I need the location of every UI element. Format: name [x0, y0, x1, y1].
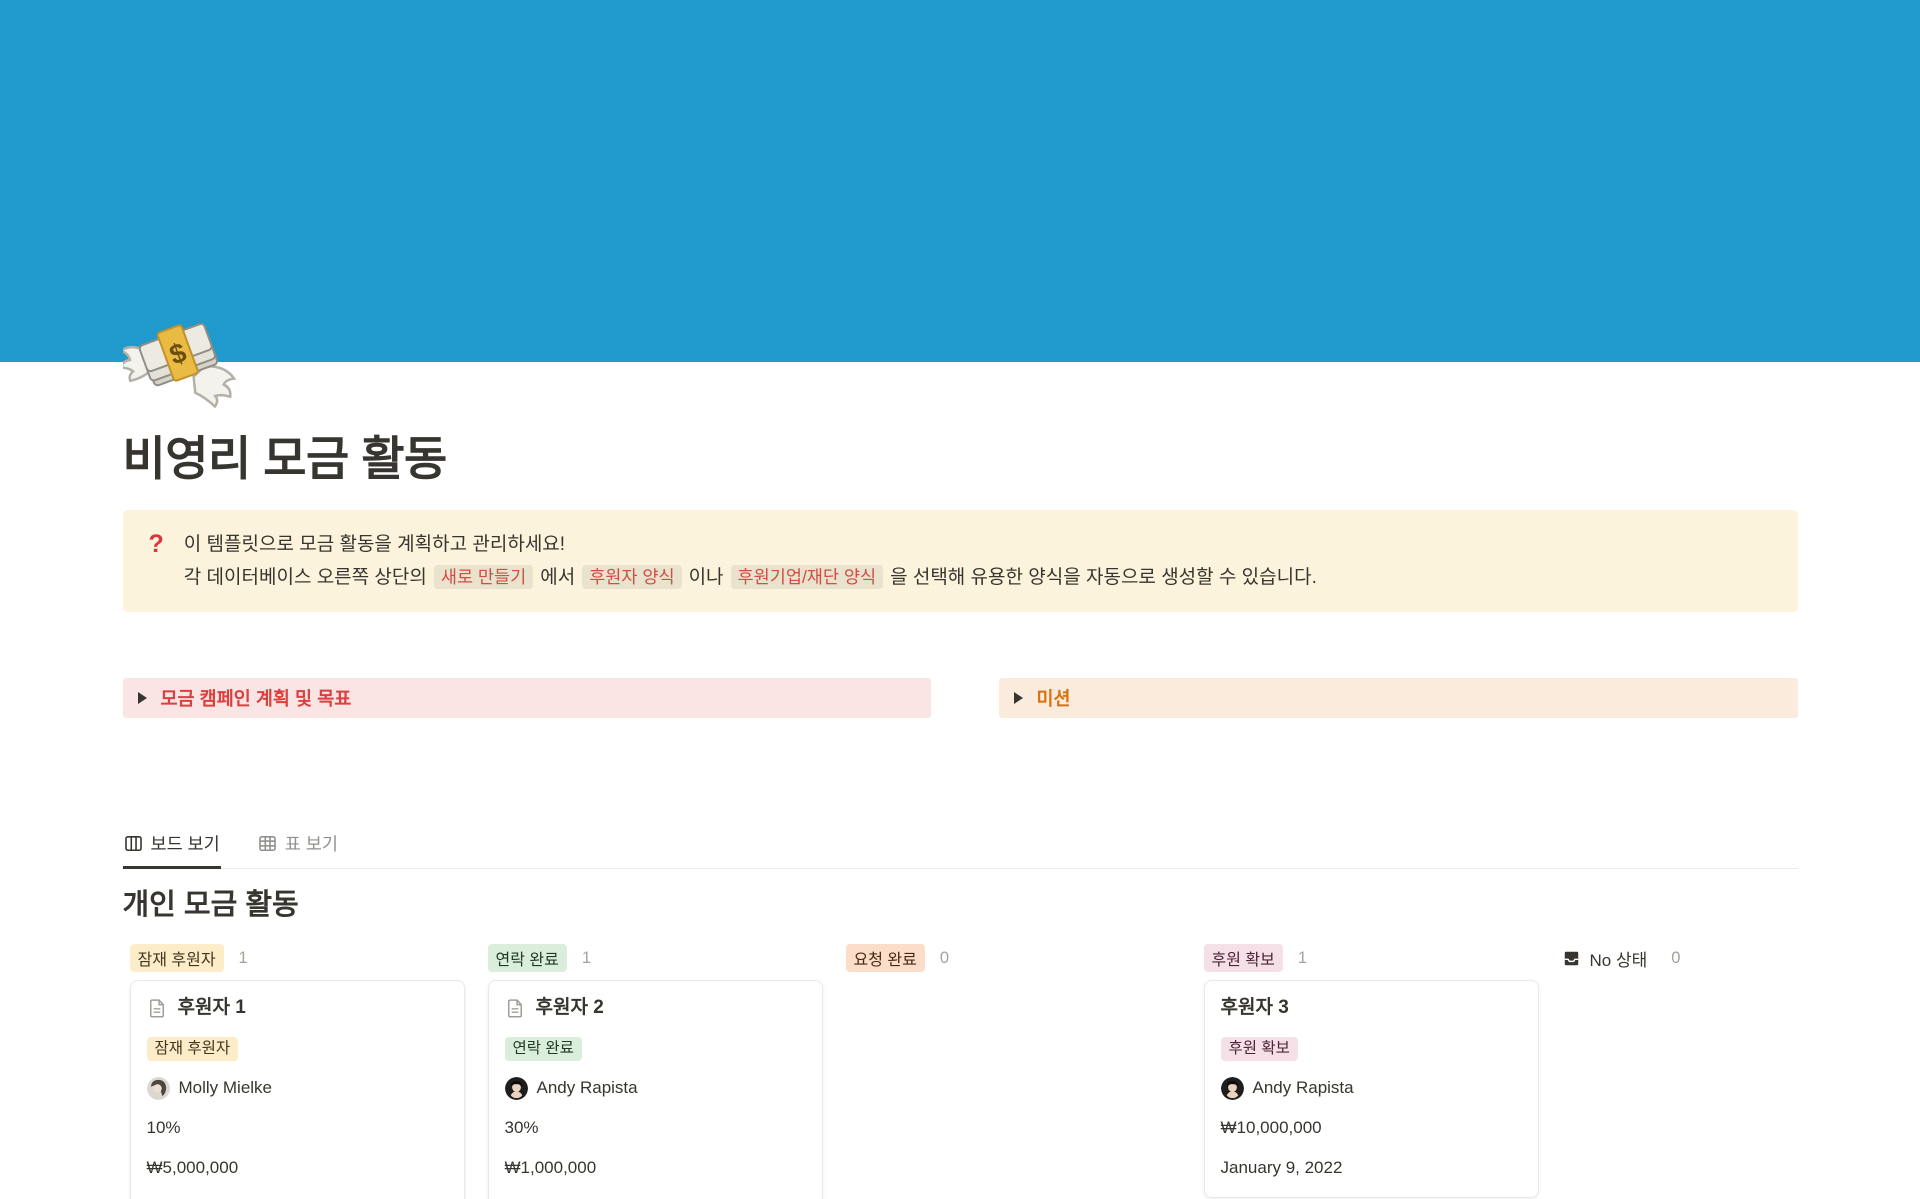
column-header[interactable]: No 상태 0 [1562, 945, 1897, 971]
avatar [1221, 1077, 1244, 1100]
tab-board-view[interactable]: 보드 보기 [123, 822, 221, 869]
page-content: $ 비영리 모금 활동 ? 이 템플릿으로 모금 활동을 계획하고 관리하세요!… [123, 303, 1798, 1199]
status-badge[interactable]: 잠재 후원자 [130, 944, 224, 972]
tab-label[interactable]: 표 보기 [285, 831, 338, 856]
callout-line1: 이 템플릿으로 모금 활동을 계획하고 관리하세요! [184, 529, 1317, 560]
donor-form-tag: 후원자 양식 [582, 565, 681, 589]
status-badge[interactable]: 후원 확보 [1204, 944, 1283, 972]
question-mark-icon: ? [149, 529, 164, 593]
date-value: April 23, 2022 [505, 1195, 806, 1199]
status-badge[interactable]: 요청 완료 [846, 944, 925, 972]
person-name: Andy Rapista [1253, 1075, 1354, 1101]
database-title[interactable]: 개인 모금 활동 [123, 887, 1798, 923]
card-title[interactable]: 후원자 3 [1221, 995, 1289, 1021]
kanban-column-secured: 후원 확보 1 후원자 3 후원 확보 Andy Rapista ₩10,000… [1204, 945, 1539, 1199]
column-count: 1 [239, 949, 248, 968]
card-title[interactable]: 후원자 1 [178, 995, 246, 1021]
toggle-mission[interactable]: 미션 [999, 678, 1798, 718]
amount-value: ₩5,000,000 [147, 1155, 448, 1181]
table-view-icon [258, 834, 277, 853]
column-count: 0 [1671, 949, 1680, 968]
column-count: 1 [582, 949, 591, 968]
kanban-board: 잠재 후원자 1 후원자 1 잠재 후원자 [130, 945, 1897, 1199]
toggle-triangle-icon[interactable] [136, 691, 148, 705]
toggle-label[interactable]: 미션 [1037, 685, 1071, 711]
tab-label[interactable]: 보드 보기 [151, 831, 220, 856]
toggle-label[interactable]: 모금 캠페인 계획 및 목표 [161, 685, 352, 711]
amount-value: ₩10,000,000 [1221, 1115, 1522, 1141]
column-header[interactable]: 연락 완료 1 [488, 945, 823, 971]
donor-card-2[interactable]: 후원자 2 연락 완료 Andy Rapista 30% ₩1,000,000 … [488, 980, 823, 1199]
donor-card-3[interactable]: 후원자 3 후원 확보 Andy Rapista ₩10,000,000 Jan… [1204, 980, 1539, 1198]
toggle-campaign-plan[interactable]: 모금 캠페인 계획 및 목표 [123, 678, 931, 718]
percent-value: 10% [147, 1115, 448, 1141]
money-with-wings-emoji[interactable]: $ [123, 303, 241, 421]
card-status-badge[interactable]: 잠재 후원자 [147, 1037, 239, 1061]
column-header[interactable]: 요청 완료 0 [846, 945, 1181, 971]
kanban-column-potential: 잠재 후원자 1 후원자 1 잠재 후원자 [130, 945, 465, 1199]
page-icon [505, 998, 525, 1018]
donor-card-1[interactable]: 후원자 1 잠재 후원자 Molly Mielke 10% ₩5,000,000… [130, 980, 465, 1199]
percent-value: 30% [505, 1115, 806, 1141]
callout-text-segment: 에서 [540, 567, 575, 588]
callout-block: ? 이 템플릿으로 모금 활동을 계획하고 관리하세요! 각 데이터베이스 오른… [123, 510, 1798, 612]
corporate-form-tag: 후원기업/재단 양식 [731, 565, 884, 589]
column-count: 1 [1298, 949, 1307, 968]
person-name: Molly Mielke [179, 1075, 273, 1101]
callout-text-segment: 을 선택해 유용한 양식을 자동으로 생성할 수 있습니다. [890, 567, 1317, 588]
page-title: 비영리 모금 활동 [123, 430, 1798, 488]
status-label[interactable]: No 상태 [1590, 946, 1648, 971]
card-title[interactable]: 후원자 2 [536, 995, 604, 1021]
page-icon [147, 998, 167, 1018]
card-status-badge[interactable]: 연락 완료 [505, 1037, 582, 1061]
status-badge[interactable]: 연락 완료 [488, 944, 567, 972]
avatar [505, 1077, 528, 1100]
column-count: 0 [940, 949, 949, 968]
toggles-row: 모금 캠페인 계획 및 목표 미션 [123, 678, 1798, 718]
callout-text-segment: 이나 [689, 567, 724, 588]
kanban-column-no-status: No 상태 0 [1562, 945, 1897, 1199]
kanban-column-requested: 요청 완료 0 [846, 945, 1181, 1199]
date-value: August 10, 2022 [147, 1195, 448, 1199]
column-header[interactable]: 잠재 후원자 1 [130, 945, 465, 971]
card-status-badge[interactable]: 후원 확보 [1221, 1037, 1298, 1061]
person-name: Andy Rapista [537, 1075, 638, 1101]
new-button-tag: 새로 만들기 [434, 565, 533, 589]
callout-line2: 각 데이터베이스 오른쪽 상단의 새로 만들기 에서 후원자 양식 이나 후원기업/재단 … [184, 562, 1317, 593]
callout-text-segment: 각 데이터베이스 오른쪽 상단의 [184, 567, 427, 588]
amount-value: ₩1,000,000 [505, 1155, 806, 1181]
board-view-icon [124, 834, 143, 853]
inbox-icon [1562, 949, 1581, 968]
column-header[interactable]: 후원 확보 1 [1204, 945, 1539, 971]
view-tabs: 보드 보기 표 보기 [123, 822, 1798, 869]
kanban-column-contacted: 연락 완료 1 후원자 2 연락 완료 [488, 945, 823, 1199]
toggle-triangle-icon[interactable] [1012, 691, 1024, 705]
date-value: January 9, 2022 [1221, 1155, 1522, 1181]
tab-table-view[interactable]: 표 보기 [257, 822, 339, 869]
avatar [147, 1077, 170, 1100]
